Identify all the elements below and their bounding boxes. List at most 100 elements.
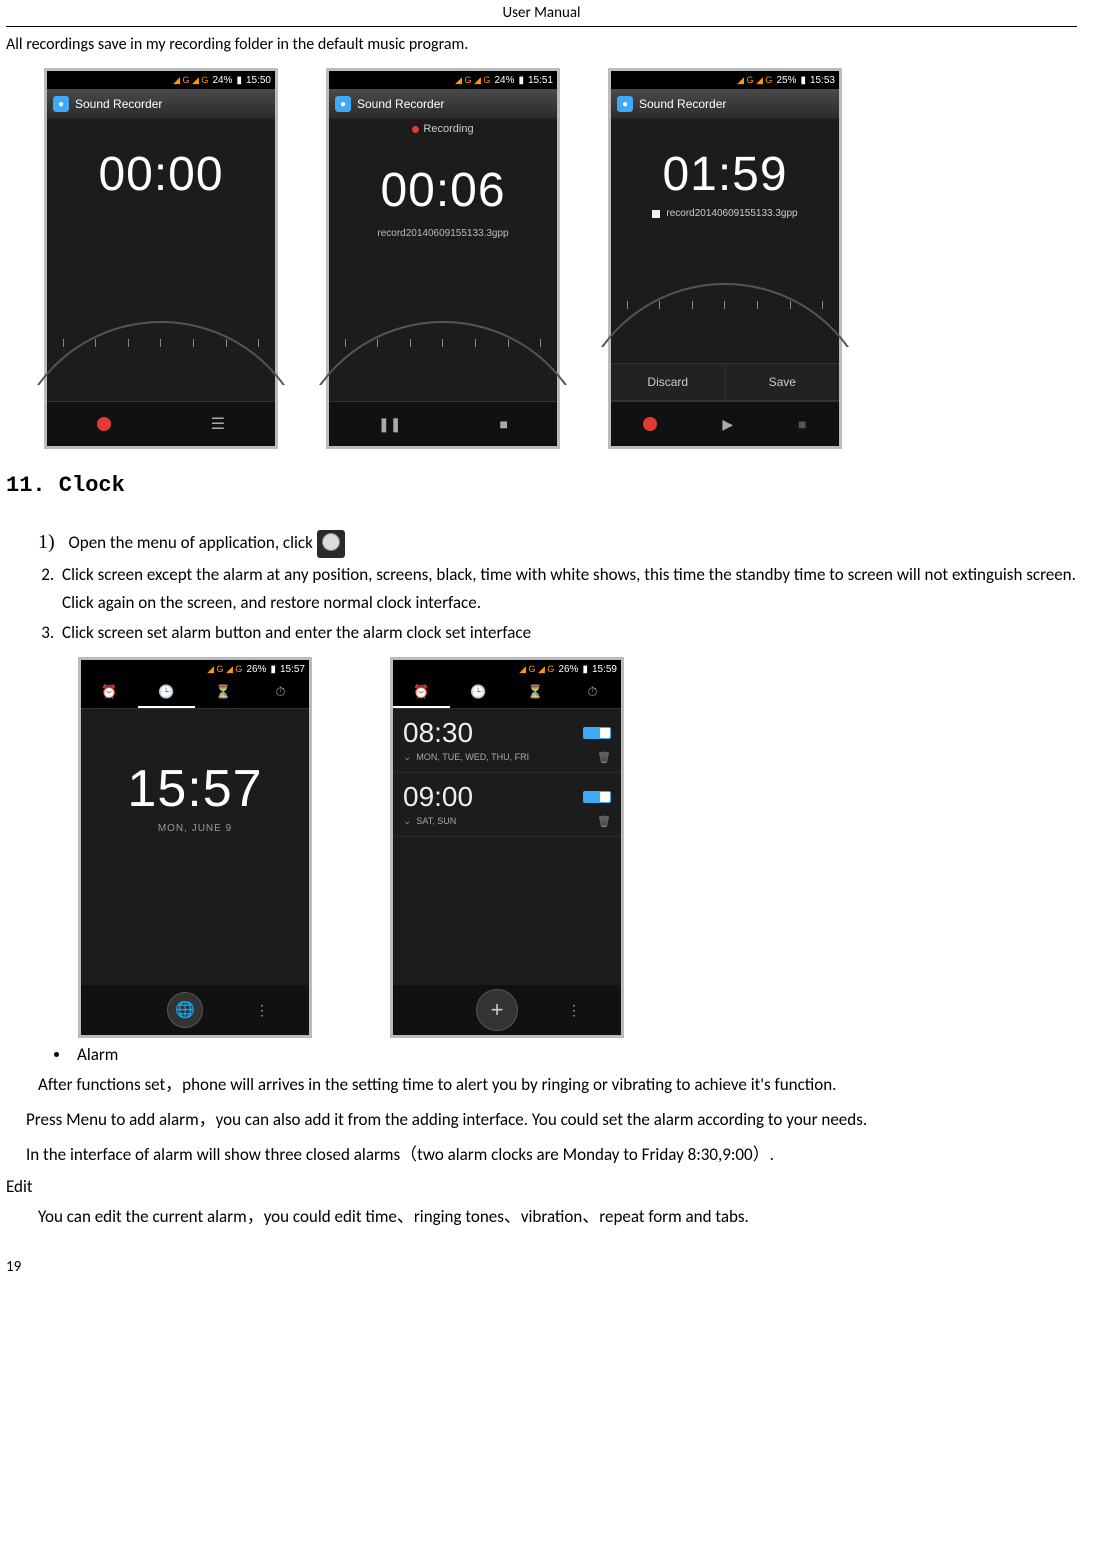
tab-clock[interactable]: 🕒 bbox=[450, 678, 507, 708]
clock-shot-2: ◢ G ◢ G 26% ▮ 15:59 ⏰ 🕒 ⏳ ⏱ 08:30 ⌄ bbox=[390, 657, 624, 1038]
add-alarm-button[interactable]: + bbox=[476, 989, 518, 1031]
vu-meter bbox=[47, 321, 275, 391]
record-button[interactable] bbox=[643, 417, 657, 431]
recorder-appbar: ● Sound Recorder bbox=[329, 89, 557, 119]
file-row: record20140609155133.3gpp bbox=[652, 208, 797, 219]
recorder-controls: ▶ ■ bbox=[611, 401, 839, 446]
battery-text: 26% bbox=[558, 664, 578, 675]
tab-timer[interactable]: ⏳ bbox=[507, 678, 564, 708]
alarm-para-3: In the interface of alarm will show thre… bbox=[26, 1141, 1077, 1170]
stop-button-disabled: ■ bbox=[798, 416, 806, 432]
alarm-bullet: Alarm bbox=[54, 1044, 1077, 1065]
alarm-para-4: You can edit the current alarm，you could… bbox=[38, 1203, 1077, 1232]
alarm-2-days: SAT, SUN bbox=[416, 816, 456, 826]
status-time: 15:53 bbox=[810, 75, 835, 86]
chevron-down-icon: ⌄ bbox=[403, 752, 411, 763]
recorder-controls: ❚❚ ■ bbox=[329, 401, 557, 446]
record-button[interactable] bbox=[97, 417, 111, 431]
alarm-1-time: 08:30 bbox=[403, 717, 473, 749]
status-bar: ◢ G ◢ G 25% ▮ 15:53 bbox=[611, 71, 839, 89]
battery-text: 24% bbox=[494, 75, 514, 86]
discard-button[interactable]: Discard bbox=[611, 364, 726, 400]
signal-icon: ◢ G ◢ G bbox=[207, 664, 242, 675]
recording-indicator-icon bbox=[412, 126, 419, 133]
tab-clock[interactable]: 🕒 bbox=[138, 678, 195, 708]
vu-meter bbox=[611, 283, 839, 353]
clock-date-display: MON, JUNE 9 bbox=[158, 823, 232, 834]
recorder-appbar: ● Sound Recorder bbox=[47, 89, 275, 119]
recorder-appbar: ● Sound Recorder bbox=[611, 89, 839, 119]
recording-status-text: Recording bbox=[423, 123, 473, 135]
recorder-body: 00:00 bbox=[47, 119, 275, 401]
recordings-list-button[interactable]: ☰ bbox=[211, 414, 225, 434]
recorder-screenshots-row: ◢ G ◢ G 24% ▮ 15:50 ● Sound Recorder 00:… bbox=[44, 68, 1077, 449]
intro-text: All recordings save in my recording fold… bbox=[6, 35, 1077, 54]
clock-bottom-bar: 🌐 ⋮ bbox=[81, 985, 309, 1035]
clock-body: 15:57 MON, JUNE 9 bbox=[81, 709, 309, 985]
recorder-title: Sound Recorder bbox=[357, 97, 444, 111]
status-bar: ◢ G ◢ G 24% ▮ 15:51 bbox=[329, 71, 557, 89]
clock-steps-list: 1) Open the menu of application, click C… bbox=[20, 526, 1077, 647]
delete-alarm-icon[interactable]: 🗑 bbox=[597, 751, 611, 764]
recording-filename: record20140609155133.3gpp bbox=[666, 208, 797, 219]
alarm-para-2: Press Menu to add alarm，you can also add… bbox=[26, 1106, 1077, 1135]
world-clock-button[interactable]: 🌐 bbox=[167, 992, 203, 1028]
alarm-item-2[interactable]: 09:00 ⌄ SAT, SUN 🗑 bbox=[393, 773, 621, 837]
battery-icon: ▮ bbox=[236, 75, 242, 86]
alarm-item-1[interactable]: 08:30 ⌄ MON, TUE, WED, THU, FRI 🗑 bbox=[393, 709, 621, 773]
alarm-list: 08:30 ⌄ MON, TUE, WED, THU, FRI 🗑 09:00 bbox=[393, 709, 621, 985]
pause-button[interactable]: ❚❚ bbox=[378, 416, 401, 433]
tab-timer[interactable]: ⏳ bbox=[195, 678, 252, 708]
play-button[interactable]: ▶ bbox=[722, 416, 733, 433]
alarm-para-1: After functions set，phone will arrives i… bbox=[38, 1071, 1077, 1100]
page-number: 19 bbox=[6, 1258, 1077, 1276]
battery-text: 25% bbox=[776, 75, 796, 86]
menu-overflow-button[interactable]: ⋮ bbox=[567, 1002, 581, 1019]
recorder-title: Sound Recorder bbox=[639, 97, 726, 111]
battery-icon: ▮ bbox=[800, 75, 806, 86]
step-3: Click screen set alarm button and enter … bbox=[58, 619, 1077, 647]
save-button[interactable]: Save bbox=[726, 364, 840, 400]
delete-alarm-icon[interactable]: 🗑 bbox=[597, 815, 611, 828]
status-time: 15:50 bbox=[246, 75, 271, 86]
tab-stopwatch[interactable]: ⏱ bbox=[564, 678, 621, 708]
recorder-app-icon: ● bbox=[617, 96, 633, 112]
alarm-2-toggle[interactable] bbox=[583, 791, 611, 803]
clock-tabs: ⏰ 🕒 ⏳ ⏱ bbox=[81, 678, 309, 709]
recording-timer: 00:06 bbox=[380, 163, 505, 218]
clock-tabs: ⏰ 🕒 ⏳ ⏱ bbox=[393, 678, 621, 709]
recorder-app-icon: ● bbox=[335, 96, 351, 112]
clock-shot-1: ◢ G ◢ G 26% ▮ 15:57 ⏰ 🕒 ⏳ ⏱ 15:57 MON, J… bbox=[78, 657, 312, 1038]
status-bar: ◢ G ◢ G 26% ▮ 15:59 bbox=[393, 660, 621, 678]
recorder-shot-1: ◢ G ◢ G 24% ▮ 15:50 ● Sound Recorder 00:… bbox=[44, 68, 278, 449]
tab-stopwatch[interactable]: ⏱ bbox=[252, 678, 309, 708]
stop-button[interactable]: ■ bbox=[500, 416, 508, 432]
battery-icon: ▮ bbox=[518, 75, 524, 86]
step-1: 1) Open the menu of application, click bbox=[34, 526, 1077, 559]
alarm-1-toggle[interactable] bbox=[583, 727, 611, 739]
bullet-icon bbox=[54, 1052, 59, 1057]
vu-meter bbox=[329, 321, 557, 391]
status-bar: ◢ G ◢ G 24% ▮ 15:50 bbox=[47, 71, 275, 89]
tab-alarm[interactable]: ⏰ bbox=[81, 678, 138, 708]
clock-app-icon bbox=[317, 530, 345, 558]
battery-icon: ▮ bbox=[582, 664, 588, 675]
recording-timer: 00:00 bbox=[98, 147, 223, 202]
alarm-1-days: MON, TUE, WED, THU, FRI bbox=[416, 752, 529, 762]
recorder-controls: ☰ bbox=[47, 401, 275, 446]
tab-alarm[interactable]: ⏰ bbox=[393, 678, 450, 708]
battery-text: 26% bbox=[246, 664, 266, 675]
signal-icon: ◢ G ◢ G bbox=[519, 664, 554, 675]
edit-heading: Edit bbox=[6, 1176, 1077, 1197]
recorder-body: Recording 00:06 record20140609155133.3gp… bbox=[329, 119, 557, 401]
battery-text: 24% bbox=[212, 75, 232, 86]
alarm-2-time: 09:00 bbox=[403, 781, 473, 813]
recording-status-row: Recording bbox=[412, 123, 473, 135]
page-header: User Manual bbox=[6, 0, 1077, 27]
stop-square-icon bbox=[652, 210, 660, 218]
menu-overflow-button[interactable]: ⋮ bbox=[255, 1002, 269, 1019]
status-bar: ◢ G ◢ G 26% ▮ 15:57 bbox=[81, 660, 309, 678]
recorder-shot-3: ◢ G ◢ G 25% ▮ 15:53 ● Sound Recorder 01:… bbox=[608, 68, 842, 449]
signal-icon: ◢ G ◢ G bbox=[737, 75, 772, 86]
signal-icon: ◢ G ◢ G bbox=[173, 75, 208, 86]
